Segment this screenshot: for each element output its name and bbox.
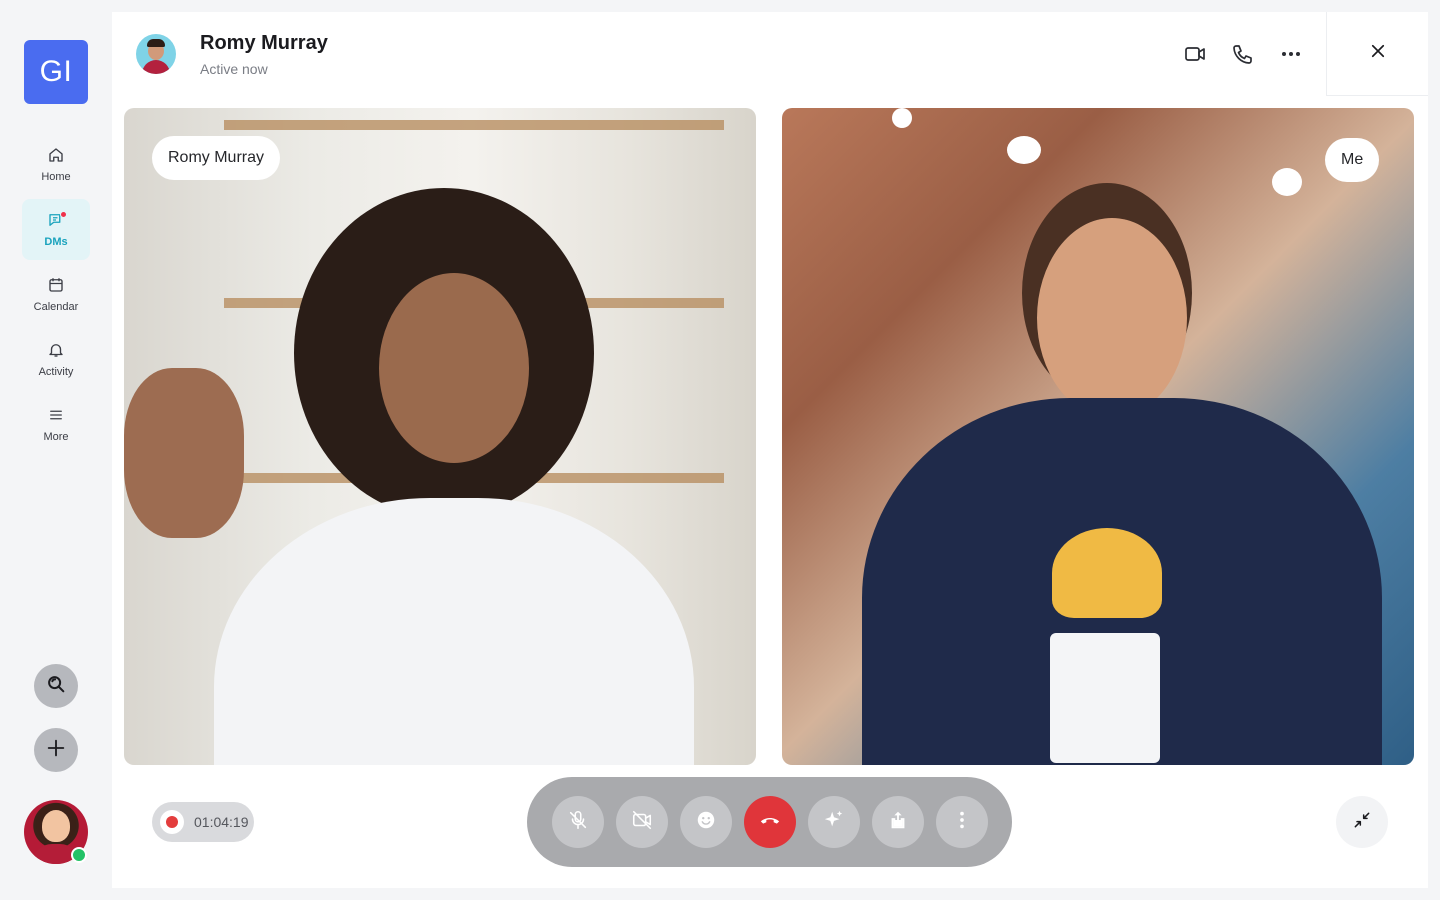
recording-indicator: 01:04:19 [152,802,254,842]
online-status-dot [71,847,87,863]
nav-item-calendar[interactable]: Calendar [22,264,90,325]
minimize-button[interactable] [1336,796,1388,848]
contact-status: Active now [200,61,268,77]
left-rail: GI Home DMs Calendar Activity More [0,0,112,900]
nav-item-activity[interactable]: Activity [22,329,90,390]
call-panel: Romy Murray Active now Romy Murray Me 01… [112,12,1428,888]
avatar-body [142,60,170,74]
nav-item-home[interactable]: Home [22,134,90,195]
phone-icon [1231,45,1255,70]
nav-item-more[interactable]: More [22,394,90,455]
remote-participant-label: Romy Murray [152,136,281,180]
more-options-header-button[interactable] [1279,42,1303,66]
contact-avatar[interactable] [136,34,176,74]
video-scene [1052,528,1162,618]
audio-call-button[interactable] [1231,42,1255,66]
main-nav: Home DMs Calendar Activity More [22,134,90,455]
add-button[interactable] [34,728,78,772]
nav-item-dms[interactable]: DMs [22,199,90,260]
reactions-button[interactable] [679,796,732,848]
smile-icon [695,809,717,836]
record-icon [160,810,184,834]
app-logo[interactable]: GI [24,40,88,104]
close-button[interactable] [1326,12,1428,96]
video-icon [1183,47,1207,70]
calendar-icon [47,276,65,297]
share-icon [887,809,909,836]
home-icon [47,146,65,167]
contact-name: Romy Murray [200,32,328,54]
nav-label-activity: Activity [38,366,74,378]
notification-dot [60,211,67,218]
search-button[interactable] [34,664,78,708]
call-controls [527,777,1012,867]
video-scene [224,120,724,130]
avatar-hair [147,39,165,47]
video-scene [124,368,244,538]
video-call-button[interactable] [1183,42,1207,66]
more-options-button[interactable] [935,796,988,848]
nav-label-dms: DMs [44,236,68,248]
self-participant-label: Me [1325,138,1380,182]
sparkle-icon [823,809,845,836]
minimize-icon [1352,810,1372,835]
mute-button[interactable] [551,796,604,848]
video-scene [892,108,912,128]
share-button[interactable] [871,796,924,848]
video-scene [214,498,694,765]
close-icon [1369,42,1387,65]
recording-dot [166,816,178,828]
nav-label-home: Home [41,171,71,183]
video-scene [1037,218,1187,418]
avatar-face [42,810,70,842]
camera-button[interactable] [615,796,668,848]
video-scene [1007,136,1041,164]
video-scene [1272,168,1302,196]
plus-icon [45,737,67,764]
video-off-icon [631,809,653,836]
end-call-button[interactable] [743,796,796,848]
more-vertical-icon [951,809,973,836]
nav-label-more: More [43,431,69,443]
nav-label-calendar: Calendar [33,301,79,313]
menu-icon [47,406,65,427]
bell-icon [47,341,65,362]
video-scene [1050,633,1160,763]
more-horizontal-icon [1279,52,1303,70]
effects-button[interactable] [807,796,860,848]
call-header: Romy Murray Active now [112,12,1428,96]
phone-hangup-icon [759,809,781,836]
remote-video-tile[interactable]: Romy Murray [124,108,756,765]
mic-off-icon [567,809,589,836]
search-icon [45,673,67,700]
recording-time: 01:04:19 [194,814,249,830]
current-user-avatar[interactable] [24,800,88,864]
self-video-tile[interactable]: Me [782,108,1414,765]
video-scene [379,273,529,463]
